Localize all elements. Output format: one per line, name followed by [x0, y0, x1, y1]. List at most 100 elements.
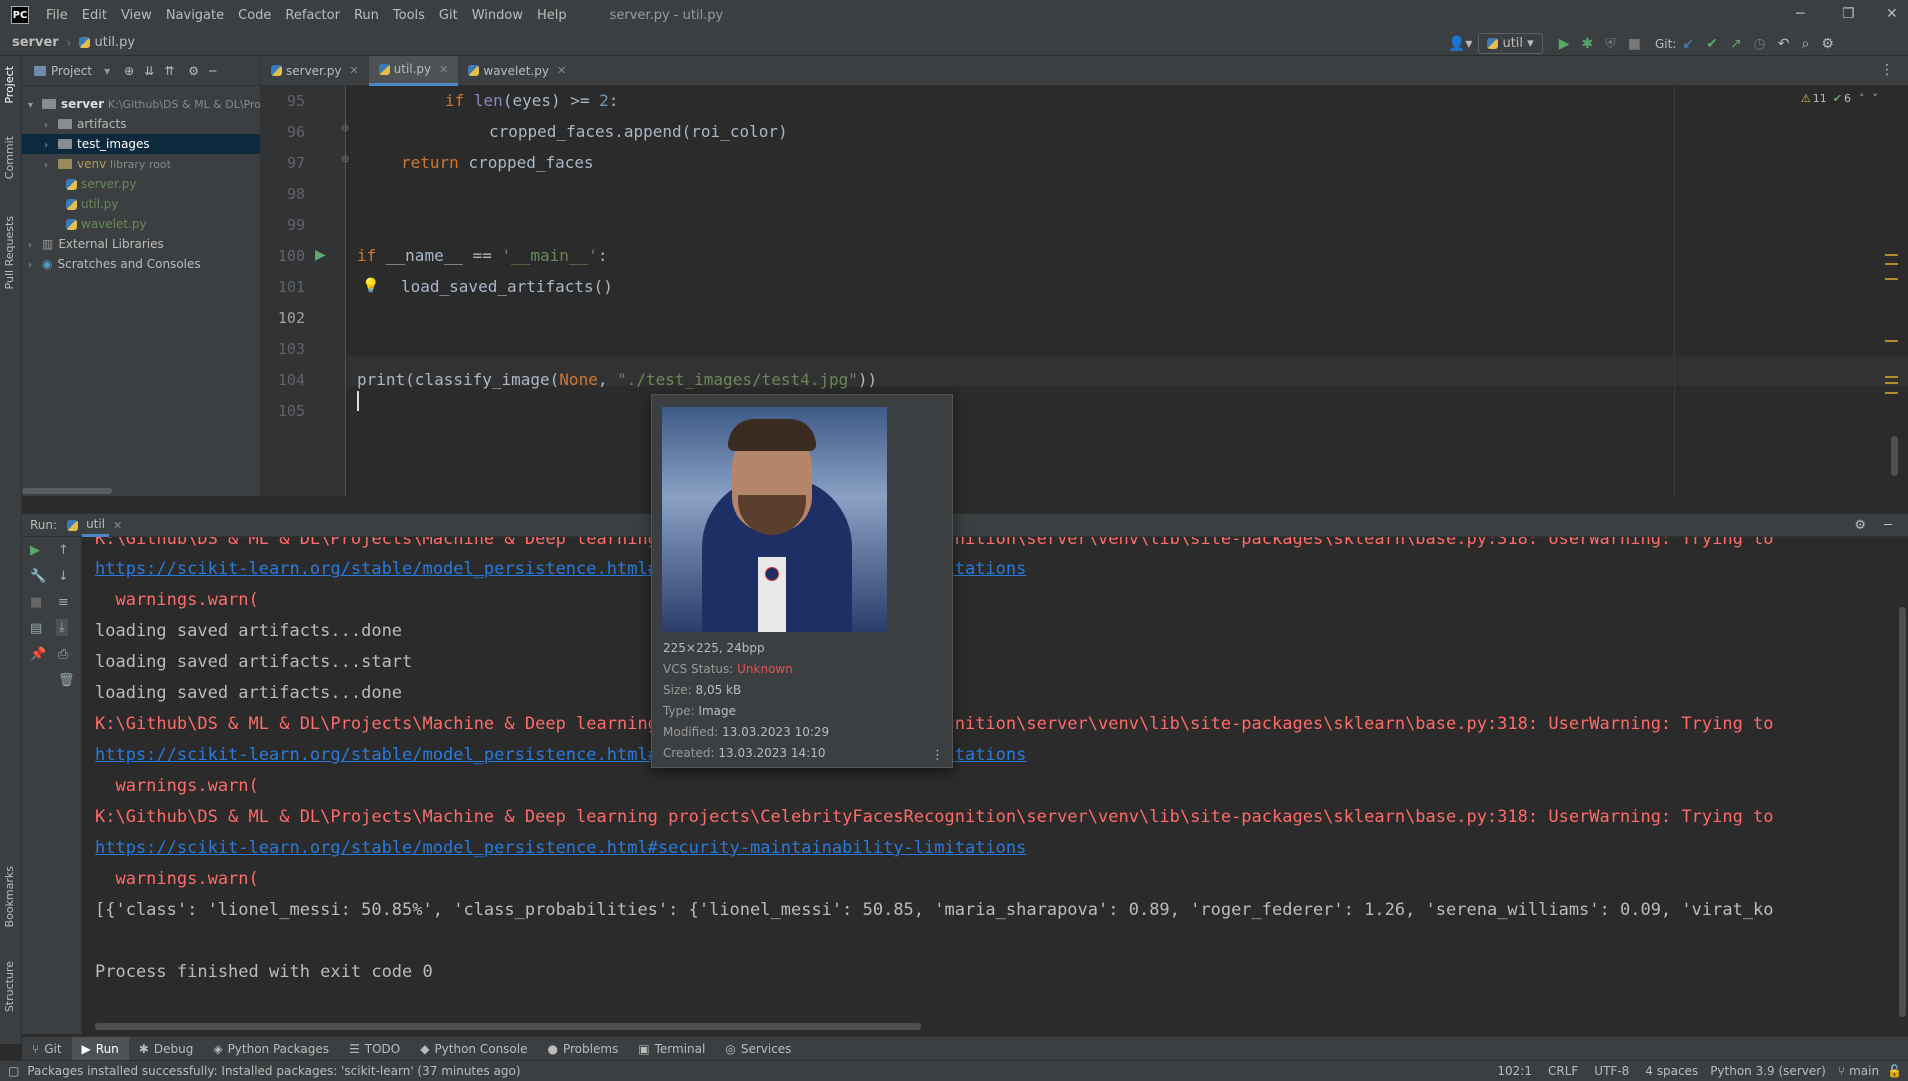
tool-commit[interactable]: Commit — [3, 136, 16, 179]
soft-wrap-icon[interactable]: ≡ — [58, 595, 69, 610]
caret-position[interactable]: 102:1 — [1497, 1064, 1532, 1078]
hide-run-panel-icon[interactable]: ─ — [1884, 518, 1892, 533]
bottom-tab-debug[interactable]: ✱ Debug — [129, 1037, 204, 1061]
search-icon[interactable]: ⌕ — [1802, 36, 1810, 52]
menu-help[interactable]: Help — [530, 8, 574, 23]
bottom-tab-git[interactable]: ⑂ Git — [22, 1037, 72, 1061]
scroll-to-end-icon[interactable]: ⤓ — [56, 619, 68, 636]
next-highlight-icon[interactable]: ˅ — [1873, 92, 1879, 105]
error-stripe-mark[interactable] — [1885, 376, 1898, 378]
error-stripe-mark[interactable] — [1885, 254, 1898, 256]
close-run-tab-icon[interactable]: ✕ — [113, 519, 122, 532]
close-tab-icon[interactable]: ✕ — [349, 64, 358, 77]
run-config-select[interactable]: util ▾ — [1478, 33, 1543, 54]
tab-server-py[interactable]: server.py ✕ — [261, 56, 369, 86]
layout-icon[interactable]: ▤ — [30, 621, 42, 636]
status-toggle-icon[interactable]: ▢ — [8, 1064, 19, 1078]
lightbulb-icon[interactable]: 💡 — [362, 278, 379, 294]
hide-panel-icon[interactable]: ─ — [209, 64, 216, 78]
git-push-icon[interactable]: ↗ — [1730, 36, 1742, 52]
run-gutter-icon[interactable]: ▶ — [315, 247, 326, 263]
error-stripe-mark[interactable] — [1885, 382, 1898, 384]
stop-icon[interactable]: ■ — [1628, 36, 1641, 52]
menu-tools[interactable]: Tools — [386, 8, 432, 23]
run-settings-icon[interactable]: ⚙ — [1854, 518, 1866, 533]
git-update-icon[interactable]: ↙ — [1682, 36, 1694, 52]
breadcrumb-file[interactable]: util.py — [94, 35, 135, 50]
error-stripe-mark[interactable] — [1885, 278, 1898, 280]
restore-icon[interactable]: ❐ — [1842, 6, 1855, 22]
coverage-icon[interactable]: ⛨ — [1605, 36, 1616, 52]
tool-project[interactable]: Project — [3, 66, 16, 104]
minimize-icon[interactable]: ─ — [1796, 6, 1804, 22]
panel-gear-icon[interactable]: ⚙ — [188, 64, 199, 78]
error-stripe-mark[interactable] — [1885, 340, 1898, 342]
git-branch[interactable]: main — [1849, 1064, 1879, 1078]
tool-bookmarks[interactable]: Bookmarks — [3, 866, 16, 927]
dropdown-chevron-icon[interactable]: ▾ — [104, 64, 110, 78]
git-commit-icon[interactable]: ✔ — [1706, 36, 1718, 52]
breadcrumb-project[interactable]: server — [12, 35, 59, 50]
more-tabs-icon[interactable]: ⋮ — [1880, 62, 1894, 78]
git-rollback-icon[interactable]: ↶ — [1778, 36, 1790, 52]
menu-window[interactable]: Window — [465, 8, 530, 23]
bottom-tab-todo[interactable]: ☰ TODO — [339, 1037, 410, 1061]
close-window-icon[interactable]: ✕ — [1886, 6, 1898, 22]
tree-item-server-py[interactable]: server.py — [22, 174, 260, 194]
tree-item-server[interactable]: ▾ server K:\Github\DS & ML & DL\Pro — [22, 94, 261, 114]
menu-run[interactable]: Run — [347, 8, 386, 23]
error-stripe-mark[interactable] — [1885, 263, 1898, 265]
project-panel-title[interactable]: Project — [51, 64, 92, 78]
status-message[interactable]: Packages installed successfully: Install… — [27, 1064, 520, 1078]
scroll-down-icon[interactable]: ↓ — [58, 569, 69, 584]
collapse-all-icon[interactable]: ⇈ — [164, 64, 174, 78]
bottom-tab-python-console[interactable]: ◆ Python Console — [410, 1037, 537, 1061]
inspection-widget[interactable]: ⚠ 11 ✔ 6 ˄ ˅ — [1801, 92, 1878, 105]
tool-structure[interactable]: Structure — [3, 961, 16, 1012]
menu-file[interactable]: File — [39, 8, 75, 23]
trash-icon[interactable]: 🗑 — [58, 673, 75, 688]
run-console[interactable]: K:\Github\DS & ML & DL\Projects\Machine … — [82, 537, 1908, 1034]
close-tab-icon[interactable]: ✕ — [439, 63, 448, 76]
git-history-icon[interactable]: ◷ — [1754, 36, 1766, 52]
bottom-tab-python-packages[interactable]: ◈ Python Packages — [203, 1037, 339, 1061]
tree-item-test-images[interactable]: › test_images — [22, 134, 260, 154]
locate-icon[interactable]: ⊕ — [124, 64, 134, 78]
tree-item-wavelet-py[interactable]: wavelet.py — [22, 214, 260, 234]
tree-item-venv[interactable]: › venv library root — [22, 154, 260, 174]
menu-refactor[interactable]: Refactor — [278, 8, 347, 23]
tool-pull-requests[interactable]: Pull Requests — [3, 216, 16, 289]
stop-run-icon[interactable]: ■ — [30, 595, 42, 610]
scroll-up-icon[interactable]: ↑ — [58, 543, 69, 558]
python-interpreter[interactable]: Python 3.9 (server) — [1710, 1064, 1826, 1078]
user-icon[interactable]: 👤▾ — [1448, 36, 1472, 52]
wrench-icon[interactable]: 🔧 — [30, 569, 46, 584]
file-encoding[interactable]: UTF-8 — [1594, 1064, 1629, 1078]
menu-navigate[interactable]: Navigate — [159, 8, 231, 23]
line-separator[interactable]: CRLF — [1548, 1064, 1578, 1078]
menu-code[interactable]: Code — [231, 8, 278, 23]
tree-item-artifacts[interactable]: › artifacts — [22, 114, 260, 134]
rerun-icon[interactable]: ▶ — [30, 543, 40, 558]
lock-icon[interactable]: 🔓 — [1887, 1064, 1902, 1078]
close-tab-icon[interactable]: ✕ — [557, 64, 566, 77]
popup-more-icon[interactable]: ⋮ — [931, 748, 944, 763]
bottom-tab-services[interactable]: ◎ Services — [715, 1037, 801, 1061]
vertical-scrollbar[interactable] — [1891, 436, 1898, 476]
pin-icon[interactable]: 📌 — [30, 647, 46, 662]
prev-highlight-icon[interactable]: ˄ — [1859, 92, 1865, 105]
run-config-tab[interactable]: util — [82, 514, 110, 537]
debug-icon[interactable]: ✱ — [1581, 36, 1593, 52]
bottom-tab-problems[interactable]: ● Problems — [537, 1037, 628, 1061]
menu-edit[interactable]: Edit — [75, 8, 114, 23]
tree-item-util-py[interactable]: util.py — [22, 194, 260, 214]
menu-git[interactable]: Git — [432, 8, 465, 23]
expand-all-icon[interactable]: ⇊ — [144, 64, 154, 78]
indent-setting[interactable]: 4 spaces — [1645, 1064, 1698, 1078]
horizontal-scrollbar[interactable] — [22, 488, 112, 494]
tree-item-external-libraries[interactable]: › ▥ External Libraries — [22, 234, 260, 254]
error-stripe-mark[interactable] — [1885, 392, 1898, 394]
run-icon[interactable]: ▶ — [1559, 36, 1570, 52]
bottom-tab-terminal[interactable]: ▣ Terminal — [628, 1037, 715, 1061]
menu-view[interactable]: View — [114, 8, 159, 23]
